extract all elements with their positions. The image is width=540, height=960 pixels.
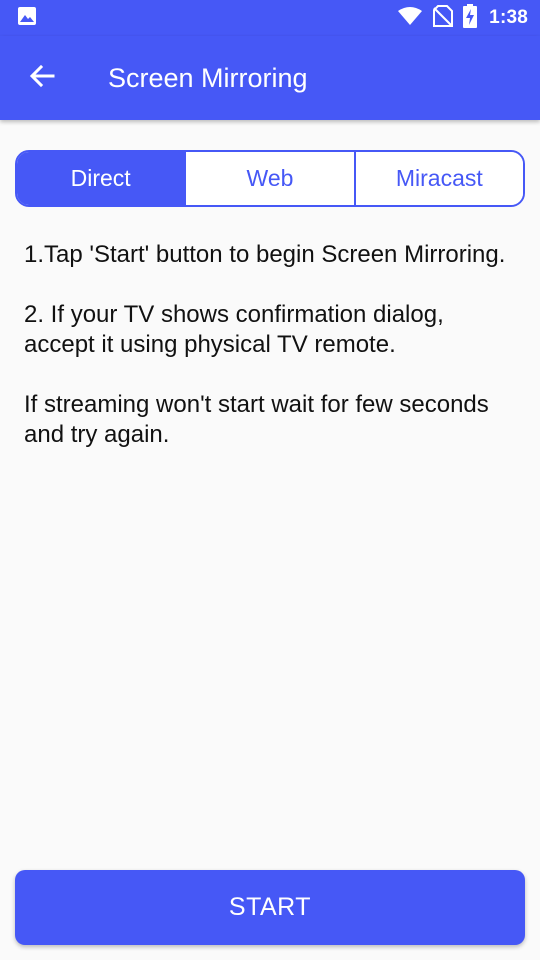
instructions: 1.Tap 'Start' button to begin Screen Mir…	[24, 240, 520, 480]
app-title: Screen Mirroring	[108, 62, 308, 93]
tab-web[interactable]: Web	[184, 152, 354, 205]
screen: 1:38 Screen Mirroring Direct Web Miracas…	[0, 0, 540, 960]
status-bar: 1:38	[0, 0, 540, 36]
instruction-step-2: 2. If your TV shows confirmation dialog,…	[24, 301, 444, 358]
tab-direct[interactable]: Direct	[17, 152, 185, 205]
app-bar: Screen Mirroring	[0, 36, 540, 120]
instruction-step-1: 1.Tap 'Start' button to begin Screen Mir…	[24, 241, 506, 268]
arrow-left-icon	[29, 64, 55, 93]
no-sim-icon	[433, 4, 454, 32]
tab-miracast[interactable]: Miracast	[353, 152, 523, 205]
back-button[interactable]	[12, 48, 72, 108]
start-button[interactable]: START	[15, 870, 525, 945]
image-icon	[17, 6, 37, 31]
status-time: 1:38	[489, 7, 528, 28]
battery-charging-icon	[463, 3, 478, 33]
instruction-tip: If streaming won't start wait for few se…	[24, 391, 489, 448]
mirroring-mode-tabs: Direct Web Miracast	[15, 150, 525, 207]
wifi-icon	[397, 6, 423, 31]
